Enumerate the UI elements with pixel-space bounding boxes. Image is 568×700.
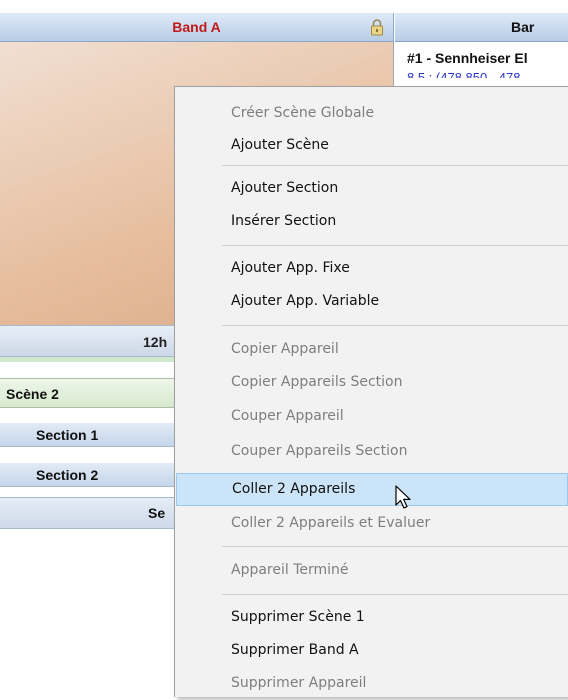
menu-item-label: Supprimer Scène 1 [231, 609, 365, 625]
menu-item-label: Ajouter App. Fixe [231, 260, 350, 276]
scene-label: Scène 2 [6, 386, 59, 402]
menu-item-label: Appareil Terminé [231, 562, 349, 578]
context-menu: Créer Scène Globale Ajouter Scène Ajoute… [174, 86, 568, 697]
menu-item-label: Coller 2 Appareils et Evaluer [231, 515, 431, 531]
band-b-label: Bar [511, 19, 535, 35]
menu-item-label: Couper Appareils Section [231, 443, 408, 459]
menu-item-label: Couper Appareil [231, 408, 344, 424]
menu-item-label: Supprimer Band A [231, 642, 359, 658]
menu-item-label: Ajouter Scène [231, 137, 329, 153]
section-label: Section 2 [36, 467, 99, 483]
menu-item-supprimer-appareil[interactable]: Supprimer Appareil [175, 667, 568, 700]
menu-item-label: Copier Appareils Section [231, 374, 403, 390]
partial-row-label: Se [148, 505, 166, 521]
menu-item-copier-appareil[interactable]: Copier Appareil [175, 333, 568, 366]
menu-item-copier-appareils-section[interactable]: Copier Appareils Section [175, 366, 568, 399]
menu-separator [222, 325, 568, 326]
section-label: Section 1 [36, 427, 99, 443]
menu-item-label: Coller 2 Appareils [232, 481, 356, 497]
time-label: 12h [143, 334, 168, 350]
device-name: #1 - Sennheiser El [407, 50, 528, 66]
menu-separator [222, 546, 568, 547]
menu-item-label: Supprimer Appareil [231, 675, 367, 691]
menu-item-coller-2-appareils[interactable]: Coller 2 Appareils [176, 473, 568, 506]
menu-item-label: Ajouter App. Variable [231, 293, 380, 309]
menu-item-ajouter-app-variable[interactable]: Ajouter App. Variable [175, 285, 568, 318]
menu-separator [222, 594, 568, 595]
menu-item-couper-appareils-section[interactable]: Couper Appareils Section [175, 435, 568, 468]
menu-item-appareil-termine[interactable]: Appareil Terminé [175, 554, 568, 587]
band-a-label: Band A [172, 19, 221, 35]
menu-item-couper-appareil[interactable]: Couper Appareil [175, 400, 568, 433]
menu-item-label: Ajouter Section [231, 180, 339, 196]
menu-item-ajouter-scene[interactable]: Ajouter Scène [175, 129, 568, 162]
menu-item-supprimer-scene[interactable]: Supprimer Scène 1 [175, 601, 568, 634]
menu-item-label: Copier Appareil [231, 341, 339, 357]
menu-item-ajouter-app-fixe[interactable]: Ajouter App. Fixe [175, 252, 568, 285]
device-frequency: 8.5 : (478.850 - 478 [407, 70, 521, 78]
band-b-header[interactable]: Bar [395, 13, 568, 42]
menu-item-ajouter-section[interactable]: Ajouter Section [175, 172, 568, 205]
menu-item-creer-scene-globale[interactable]: Créer Scène Globale [175, 97, 568, 130]
menu-item-label: Créer Scène Globale [231, 105, 375, 121]
menu-separator [222, 165, 568, 166]
menu-item-coller-2-appareils-evaluer[interactable]: Coller 2 Appareils et Evaluer [175, 507, 568, 540]
lock-icon [371, 19, 383, 36]
band-a-header[interactable]: Band A [0, 13, 394, 42]
menu-item-inserer-section[interactable]: Insérer Section [175, 205, 568, 238]
menu-item-label: Insérer Section [231, 213, 337, 229]
menu-item-supprimer-band[interactable]: Supprimer Band A [175, 634, 568, 667]
menu-separator [222, 245, 568, 246]
mouse-pointer-icon [395, 485, 411, 509]
